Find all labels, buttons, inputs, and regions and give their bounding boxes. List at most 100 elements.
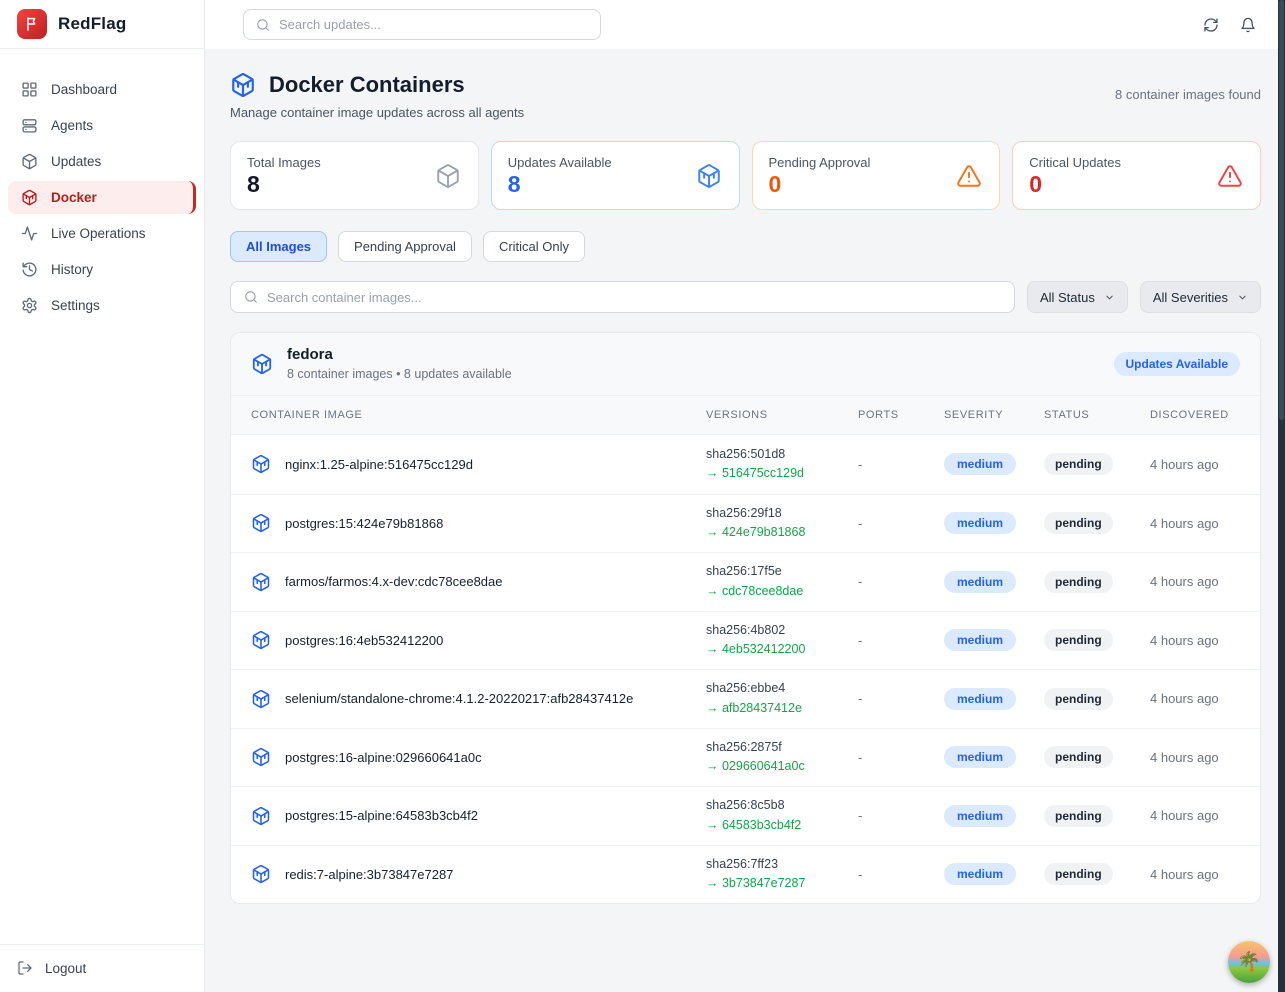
severity-badge: medium — [944, 629, 1016, 651]
sidebar: RedFlag Dashboard Agents Updates Docker … — [0, 0, 205, 992]
bell-icon[interactable] — [1240, 17, 1256, 33]
group-summary: 8 container images • 8 updates available — [287, 367, 512, 381]
updates-available-badge: Updates Available — [1114, 352, 1240, 376]
page-header: Docker Containers Manage container image… — [230, 72, 1261, 120]
image-group-card: fedora 8 container images • 8 updates av… — [230, 332, 1261, 904]
target-version: → 64583b3cb4f2 — [706, 816, 858, 835]
status-badge: pending — [1044, 629, 1113, 651]
status-badge: pending — [1044, 863, 1113, 885]
sidebar-item-label: Agents — [51, 118, 93, 133]
ports-cell: - — [858, 457, 944, 472]
discovered-cell: 4 hours ago — [1150, 516, 1240, 531]
sidebar-item-dashboard[interactable]: Dashboard — [8, 73, 196, 106]
target-version: → 516475cc129d — [706, 464, 858, 483]
history-icon — [21, 261, 38, 278]
sidebar-item-docker[interactable]: Docker — [8, 181, 196, 214]
status-badge: pending — [1044, 746, 1113, 768]
column-header: SEVERITY — [944, 409, 1044, 421]
docker-box-icon — [251, 513, 271, 533]
activity-icon — [21, 225, 38, 242]
image-search-input[interactable] — [267, 290, 1001, 305]
target-version: → 4eb532412200 — [706, 640, 858, 659]
table-row[interactable]: postgres:16:4eb532412200 sha256:4b802 → … — [231, 611, 1260, 670]
package-icon — [435, 163, 461, 189]
sidebar-item-label: Docker — [51, 190, 97, 205]
stat-value: 8 — [508, 172, 723, 197]
filter-tabs: All Images Pending Approval Critical Onl… — [230, 231, 1261, 262]
current-version: sha256:4b802 — [706, 621, 858, 640]
sidebar-item-settings[interactable]: Settings — [8, 289, 196, 322]
image-search[interactable] — [230, 281, 1015, 313]
alert-triangle-icon — [956, 163, 982, 189]
stats-cards: Total Images 8 Updates Available 8 Pendi… — [230, 141, 1261, 210]
page-title: Docker Containers — [269, 72, 465, 98]
filter-row: All Status All Severities — [230, 281, 1261, 313]
tropical-island-extension-icon[interactable]: 🌴 — [1228, 941, 1270, 983]
logout-icon — [17, 960, 33, 976]
target-version: → cdc78cee8dae — [706, 582, 858, 601]
sidebar-item-label: Live Operations — [51, 226, 146, 241]
stat-label: Pending Approval — [769, 155, 984, 170]
severity-badge: medium — [944, 805, 1016, 827]
current-version: sha256:2875f — [706, 738, 858, 757]
stat-value: 0 — [769, 172, 984, 197]
sidebar-item-label: History — [51, 262, 93, 277]
severity-badge: medium — [944, 863, 1016, 885]
docker-box-icon — [251, 454, 271, 474]
stat-pending-approval: Pending Approval 0 — [752, 141, 1001, 210]
sidebar-item-agents[interactable]: Agents — [8, 109, 196, 142]
result-count: 8 container images found — [1115, 87, 1261, 102]
severity-dropdown[interactable]: All Severities — [1140, 281, 1261, 313]
sidebar-footer: Logout — [0, 944, 204, 992]
status-dropdown[interactable]: All Status — [1027, 281, 1128, 313]
column-header: DISCOVERED — [1150, 409, 1240, 421]
table-row[interactable]: selenium/standalone-chrome:4.1.2-2022021… — [231, 669, 1260, 728]
package-icon — [21, 153, 38, 170]
table-header: CONTAINER IMAGE VERSIONS PORTS SEVERITY … — [231, 395, 1260, 435]
logout-label: Logout — [45, 961, 86, 976]
table-row[interactable]: postgres:16-alpine:029660641a0c sha256:2… — [231, 728, 1260, 787]
table-row[interactable]: nginx:1.25-alpine:516475cc129d sha256:50… — [231, 435, 1260, 494]
table-row[interactable]: redis:7-alpine:3b73847e7287 sha256:7ff23… — [231, 845, 1260, 904]
status-badge: pending — [1044, 512, 1113, 534]
ports-cell: - — [858, 516, 944, 531]
container-image-name: nginx:1.25-alpine:516475cc129d — [285, 457, 473, 472]
docker-box-icon — [21, 189, 38, 206]
global-search-input[interactable] — [279, 17, 588, 32]
discovered-cell: 4 hours ago — [1150, 457, 1240, 472]
target-version: → 424e79b81868 — [706, 523, 858, 542]
app-name: RedFlag — [58, 14, 126, 34]
discovered-cell: 4 hours ago — [1150, 633, 1240, 648]
dashboard-icon — [21, 81, 38, 98]
stat-critical-updates: Critical Updates 0 — [1012, 141, 1261, 210]
search-icon — [256, 18, 270, 32]
global-search[interactable] — [243, 9, 601, 40]
stat-label: Total Images — [247, 155, 462, 170]
redflag-logo-icon — [17, 9, 47, 39]
tab-pending-approval[interactable]: Pending Approval — [338, 231, 472, 262]
page-scrollbar[interactable] — [1278, 0, 1285, 992]
container-image-name: postgres:16:4eb532412200 — [285, 633, 443, 648]
search-icon — [244, 290, 258, 304]
stat-value: 0 — [1029, 172, 1244, 197]
table-row[interactable]: postgres:15-alpine:64583b3cb4f2 sha256:8… — [231, 786, 1260, 845]
sidebar-item-live-operations[interactable]: Live Operations — [8, 217, 196, 250]
column-header: VERSIONS — [706, 409, 858, 421]
logout-button[interactable]: Logout — [17, 960, 187, 976]
tab-critical-only[interactable]: Critical Only — [483, 231, 585, 262]
table-row[interactable]: postgres:15:424e79b81868 sha256:29f18 → … — [231, 494, 1260, 553]
container-image-name: postgres:16-alpine:029660641a0c — [285, 750, 482, 765]
container-image-name: farmos/farmos:4.x-dev:cdc78cee8dae — [285, 574, 503, 589]
server-icon — [21, 117, 38, 134]
table-rows: nginx:1.25-alpine:516475cc129d sha256:50… — [231, 435, 1260, 903]
refresh-icon[interactable] — [1203, 17, 1219, 33]
tab-all-images[interactable]: All Images — [230, 231, 327, 262]
sidebar-item-history[interactable]: History — [8, 253, 196, 286]
ports-cell: - — [858, 867, 944, 882]
docker-box-icon — [251, 864, 271, 884]
table-row[interactable]: farmos/farmos:4.x-dev:cdc78cee8dae sha25… — [231, 552, 1260, 611]
sidebar-item-updates[interactable]: Updates — [8, 145, 196, 178]
ports-cell: - — [858, 808, 944, 823]
container-image-name: selenium/standalone-chrome:4.1.2-2022021… — [285, 691, 633, 706]
stat-value: 8 — [247, 172, 462, 197]
